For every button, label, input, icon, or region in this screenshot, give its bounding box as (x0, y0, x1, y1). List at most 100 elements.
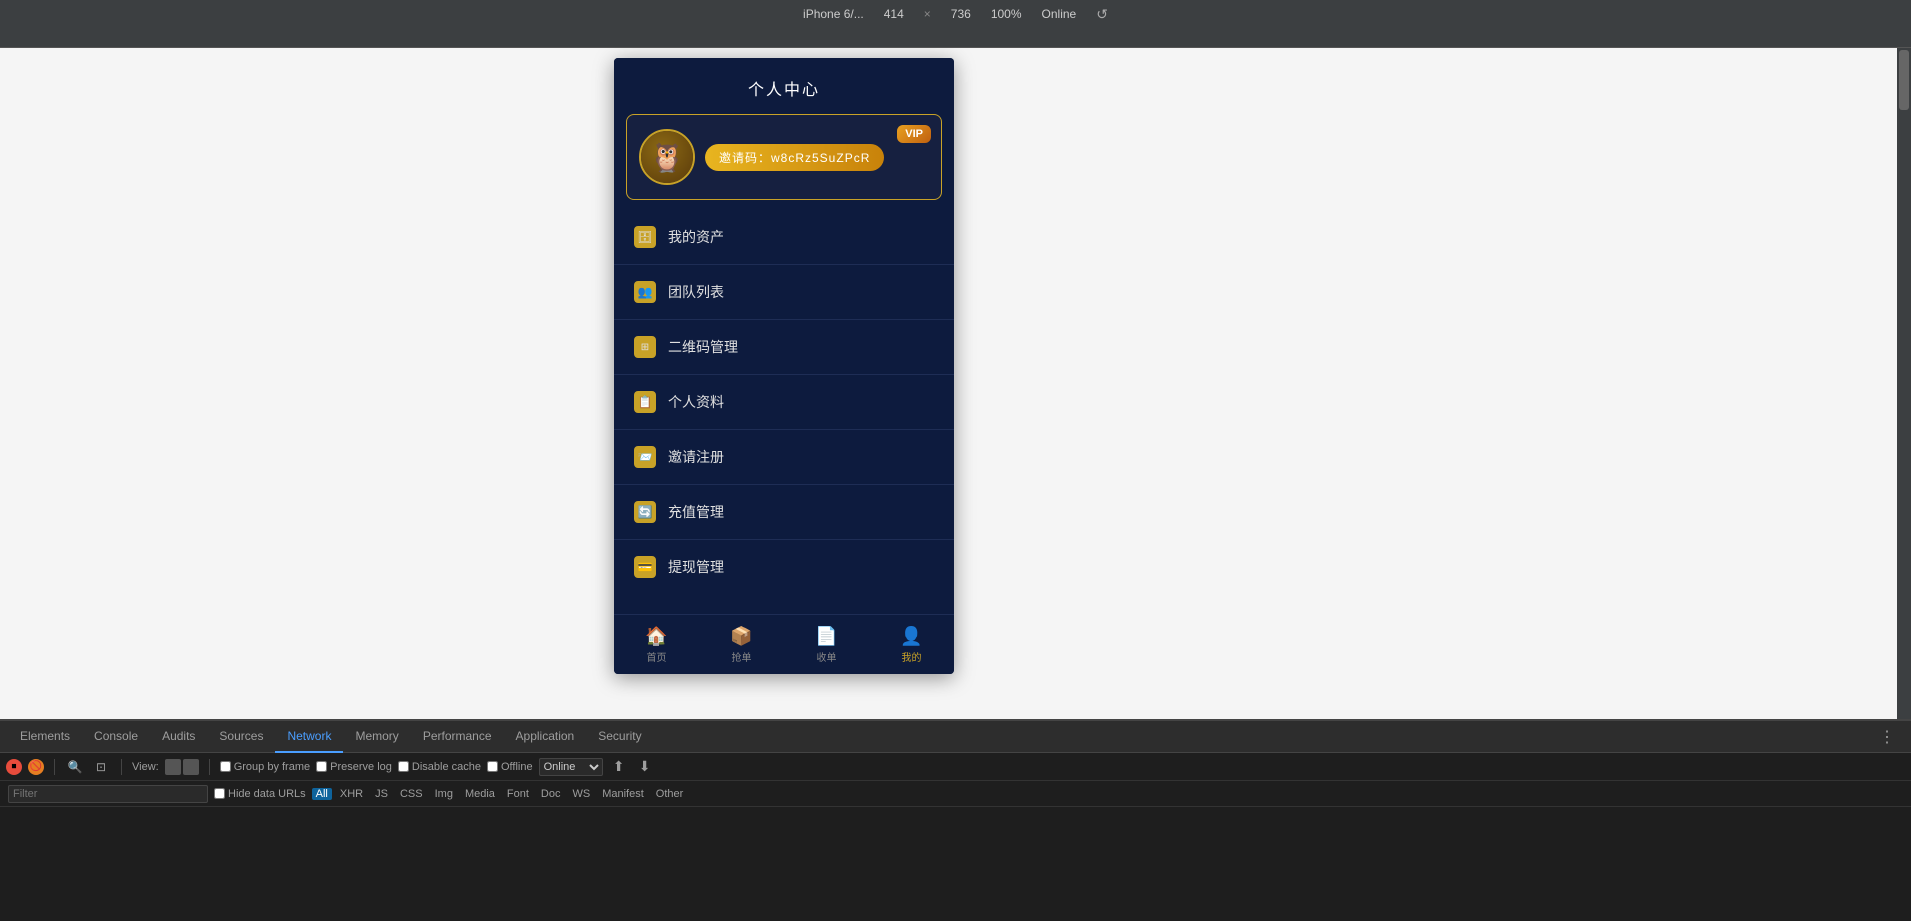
tab-sources[interactable]: Sources (207, 721, 275, 753)
filter-tag-other[interactable]: Other (652, 788, 688, 800)
recharge-label: 充值管理 (668, 502, 724, 522)
network-throttle-select[interactable]: Online Fast 3G Slow 3G Offline (539, 758, 603, 776)
tab-network[interactable]: Network (275, 721, 343, 753)
network-content (0, 807, 1911, 921)
tab-console[interactable]: Console (82, 721, 150, 753)
nav-grab[interactable]: 📦 抢单 (699, 620, 784, 670)
disable-cache-option[interactable]: Disable cache (398, 761, 481, 773)
filter-tag-manifest[interactable]: Manifest (598, 788, 648, 800)
avatar-wrap: 🦉 (639, 129, 695, 185)
menu-item-recharge[interactable]: 🔄 充值管理 (614, 485, 954, 540)
hide-data-urls-checkbox[interactable] (214, 788, 225, 799)
avatar-emoji: 🦉 (650, 141, 685, 174)
export-icon[interactable]: ⬇ (635, 757, 655, 777)
main-area: 个人中心 🦉 邀请码：w8cRz5SuZPcR VIP 🗄 我的资产 (0, 48, 1911, 719)
hide-data-urls-label: Hide data URLs (228, 788, 306, 800)
invite-code-text: 邀请码：w8cRz5SuZPcR (719, 151, 870, 165)
filter-bar: Hide data URLs All XHR JS CSS Img Media … (0, 781, 1911, 807)
filter-icon[interactable]: 🔍 (65, 757, 85, 777)
profile-card[interactable]: 🦉 邀请码：w8cRz5SuZPcR VIP (626, 114, 942, 200)
nav-home[interactable]: 🏠 首页 (614, 620, 699, 670)
ruler-horizontal (0, 28, 1911, 48)
devtools-toolbar: ⏹ 🚫 🔍 ⊡ View: Group by frame Preserve lo… (0, 753, 1911, 781)
menu-item-invite[interactable]: 📨 邀请注册 (614, 430, 954, 485)
filter-tags: All XHR JS CSS Img Media Font Doc WS Man… (312, 788, 688, 800)
preserve-log-label: Preserve log (330, 761, 392, 773)
nav-mine[interactable]: 👤 我的 (869, 620, 954, 670)
profile-icon: 📋 (634, 391, 656, 413)
view-icons (165, 759, 199, 775)
assets-icon: 🗄 (634, 226, 656, 248)
withdraw-label: 提现管理 (668, 557, 724, 577)
clear-button[interactable]: 🚫 (28, 759, 44, 775)
filter-tag-ws[interactable]: WS (568, 788, 594, 800)
filter-tag-xhr[interactable]: XHR (336, 788, 367, 800)
orders-icon: 📄 (815, 626, 837, 647)
filter-tag-font[interactable]: Font (503, 788, 533, 800)
filter-input[interactable] (8, 785, 208, 803)
import-icon[interactable]: ⬆ (609, 757, 629, 777)
team-icon: 👥 (634, 281, 656, 303)
menu-item-withdraw[interactable]: 💳 提现管理 (614, 540, 954, 594)
devtools-panel: Elements Console Audits Sources Network … (0, 719, 1911, 919)
nav-orders[interactable]: 📄 收单 (784, 620, 869, 670)
grab-label: 抢单 (732, 649, 752, 664)
view-list-icon[interactable] (165, 759, 181, 775)
tab-elements[interactable]: Elements (8, 721, 82, 753)
tab-security[interactable]: Security (586, 721, 653, 753)
menu-item-qr[interactable]: ⊞ 二维码管理 (614, 320, 954, 375)
search-icon[interactable]: ⊡ (91, 757, 111, 777)
invite-code-badge: 邀请码：w8cRz5SuZPcR (705, 144, 884, 171)
view-group-icon[interactable] (183, 759, 199, 775)
dimension-width: 414 (884, 7, 904, 21)
group-by-frame-label: Group by frame (234, 761, 310, 773)
tab-audits[interactable]: Audits (150, 721, 207, 753)
tab-application[interactable]: Application (504, 721, 587, 753)
toolbar-separator-3 (209, 759, 210, 775)
filter-tag-all[interactable]: All (312, 788, 332, 800)
network-selector[interactable]: Online (1042, 7, 1077, 21)
group-by-frame-option[interactable]: Group by frame (220, 761, 310, 773)
filter-tag-img[interactable]: Img (431, 788, 457, 800)
filter-tag-doc[interactable]: Doc (537, 788, 565, 800)
filter-tag-media[interactable]: Media (461, 788, 499, 800)
scrollbar-thumb[interactable] (1899, 50, 1909, 110)
vip-badge: VIP (897, 125, 931, 143)
filter-tag-js[interactable]: JS (371, 788, 392, 800)
devtools-tabs: Elements Console Audits Sources Network … (0, 721, 1911, 753)
tab-memory[interactable]: Memory (343, 721, 410, 753)
mine-label: 我的 (902, 649, 922, 664)
vip-label: VIP (905, 128, 923, 140)
preserve-log-option[interactable]: Preserve log (316, 761, 392, 773)
bottom-nav: 🏠 首页 📦 抢单 📄 收单 👤 我的 (614, 614, 954, 674)
menu-list: 🗄 我的资产 👥 团队列表 ⊞ 二维码管理 📋 个人资料 📨 邀请注册 🔄 (614, 210, 954, 674)
orders-label: 收单 (817, 649, 837, 664)
assets-label: 我的资产 (668, 227, 724, 247)
scrollbar[interactable] (1897, 48, 1911, 719)
view-label: View: (132, 761, 159, 773)
dimension-x: × (924, 7, 931, 21)
device-selector[interactable]: iPhone 6/... (803, 7, 864, 21)
stop-recording-button[interactable]: ⏹ (6, 759, 22, 775)
devtools-settings-icon[interactable]: ⋮ (1871, 727, 1903, 747)
dimension-height: 736 (951, 7, 971, 21)
tab-performance[interactable]: Performance (411, 721, 504, 753)
recharge-icon: 🔄 (634, 501, 656, 523)
mine-icon: 👤 (900, 626, 922, 647)
group-by-frame-checkbox[interactable] (220, 761, 231, 772)
disable-cache-checkbox[interactable] (398, 761, 409, 772)
invite-icon: 📨 (634, 446, 656, 468)
offline-checkbox[interactable] (487, 761, 498, 772)
reload-icon[interactable]: ↺ (1096, 6, 1108, 23)
phone-preview: 个人中心 🦉 邀请码：w8cRz5SuZPcR VIP 🗄 我的资产 (614, 58, 954, 674)
preserve-log-checkbox[interactable] (316, 761, 327, 772)
zoom-selector[interactable]: 100% (991, 7, 1022, 21)
hide-data-urls-option[interactable]: Hide data URLs (214, 788, 306, 800)
top-bar: iPhone 6/... 414 × 736 100% Online ↺ (0, 0, 1911, 28)
menu-item-assets[interactable]: 🗄 我的资产 (614, 210, 954, 265)
filter-tag-css[interactable]: CSS (396, 788, 427, 800)
menu-item-profile[interactable]: 📋 个人资料 (614, 375, 954, 430)
offline-option[interactable]: Offline (487, 761, 533, 773)
menu-item-team[interactable]: 👥 团队列表 (614, 265, 954, 320)
avatar: 🦉 (641, 131, 693, 183)
